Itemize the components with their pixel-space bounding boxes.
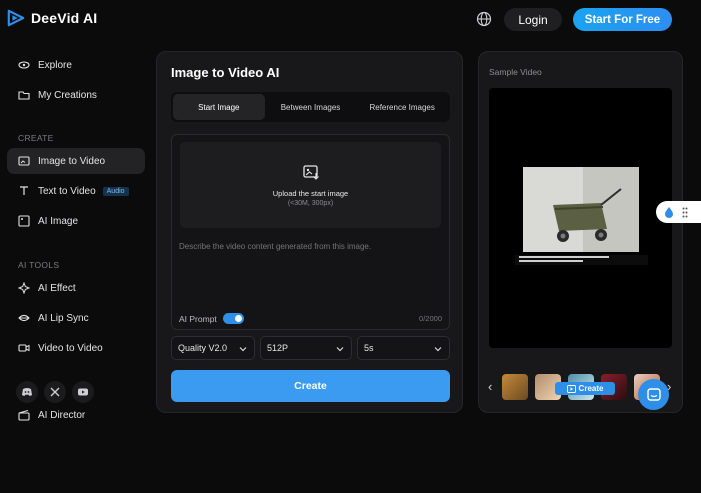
compass-icon bbox=[18, 59, 30, 71]
start-for-free-button[interactable]: Start For Free bbox=[573, 8, 672, 31]
section-label-create: CREATE bbox=[18, 133, 54, 143]
ai-prompt-label: AI Prompt bbox=[179, 313, 217, 324]
duration-select[interactable]: 5s bbox=[357, 336, 450, 360]
chevron-down-icon bbox=[239, 347, 247, 352]
prompt-card: Upload the start image (<30M, 300px) AI … bbox=[171, 134, 450, 330]
discord-icon[interactable] bbox=[16, 381, 38, 403]
chevron-left-icon[interactable]: ‹ bbox=[488, 380, 498, 394]
duration-value: 5s bbox=[364, 343, 374, 353]
sidebar-item-ai-effect[interactable]: AI Effect bbox=[7, 275, 145, 301]
upload-limits: (<30M, 300px) bbox=[287, 200, 334, 207]
sparkle-icon bbox=[18, 282, 30, 294]
video-icon bbox=[18, 342, 30, 354]
quality-select[interactable]: Quality V2.0 bbox=[171, 336, 255, 360]
droplet-icon bbox=[665, 207, 673, 218]
sidebar: Explore My Creations CREATE Image to Vid… bbox=[0, 50, 150, 490]
lips-icon bbox=[18, 312, 30, 324]
sample-video-frame bbox=[523, 167, 639, 252]
globe-icon[interactable] bbox=[476, 11, 492, 27]
image-upload-icon bbox=[303, 165, 319, 180]
youtube-icon[interactable] bbox=[72, 381, 94, 403]
picture-icon bbox=[18, 215, 30, 227]
sidebar-item-video-to-video[interactable]: Video to Video bbox=[7, 335, 145, 361]
clapper-icon bbox=[18, 409, 30, 421]
social-links bbox=[16, 381, 94, 403]
thumb-create-button[interactable]: Create bbox=[555, 382, 615, 395]
quality-value: Quality V2.0 bbox=[178, 343, 228, 353]
panel-title: Image to Video AI bbox=[171, 65, 280, 80]
resolution-select[interactable]: 512P bbox=[260, 336, 352, 360]
chevron-down-icon bbox=[336, 347, 344, 352]
logo[interactable]: DeeVid AI bbox=[7, 9, 97, 27]
sidebar-item-image-to-video[interactable]: Image to Video bbox=[7, 148, 145, 174]
sidebar-item-label: Text to Video bbox=[38, 185, 96, 197]
upload-title: Upload the start image bbox=[272, 189, 349, 198]
brand-name: DeeVid AI bbox=[31, 10, 98, 26]
sidebar-item-ai-director[interactable]: AI Director bbox=[7, 402, 145, 428]
ai-prompt-row: AI Prompt bbox=[179, 313, 244, 324]
sidebar-item-label: My Creations bbox=[38, 89, 97, 101]
drag-handle-icon[interactable] bbox=[682, 207, 688, 218]
sidebar-item-ai-lip-sync[interactable]: AI Lip Sync bbox=[7, 305, 145, 331]
mode-tabs: Start Image Between Images Reference Ima… bbox=[171, 92, 450, 122]
sidebar-item-label: Image to Video bbox=[38, 155, 106, 167]
tab-between-images[interactable]: Between Images bbox=[265, 94, 357, 120]
section-label-ai-tools: AI TOOLS bbox=[18, 260, 60, 270]
image-icon bbox=[18, 155, 30, 167]
sidebar-item-explore[interactable]: Explore bbox=[7, 52, 145, 78]
text-icon bbox=[18, 185, 30, 197]
resolution-value: 512P bbox=[267, 343, 289, 353]
tab-start-image[interactable]: Start Image bbox=[173, 94, 265, 120]
sidebar-item-ai-image[interactable]: AI Image bbox=[7, 208, 145, 234]
sample-video-panel: Sample Video ‹ › Create bbox=[478, 51, 683, 413]
create-button[interactable]: Create bbox=[171, 370, 450, 402]
floating-tool-widget[interactable] bbox=[656, 201, 701, 223]
video-caption bbox=[515, 255, 648, 265]
char-counter: 0/2000 bbox=[419, 314, 442, 323]
sample-video-player[interactable] bbox=[489, 88, 672, 348]
sidebar-item-label: AI Director bbox=[38, 409, 86, 421]
sample-title: Sample Video bbox=[489, 67, 542, 77]
upload-dropzone[interactable]: Upload the start image (<30M, 300px) bbox=[180, 142, 441, 228]
sample-thumb[interactable] bbox=[502, 374, 528, 400]
settings-row: Quality V2.0 512P 5s bbox=[171, 336, 450, 360]
deevid-logo-icon bbox=[7, 9, 25, 27]
tab-reference-images[interactable]: Reference Images bbox=[356, 94, 448, 120]
play-icon bbox=[566, 384, 576, 393]
sidebar-item-label: AI Effect bbox=[38, 282, 76, 294]
sidebar-item-my-creations[interactable]: My Creations bbox=[7, 82, 145, 108]
ai-prompt-toggle[interactable] bbox=[222, 313, 244, 324]
audio-badge: Audio bbox=[102, 186, 129, 196]
x-icon[interactable] bbox=[44, 381, 66, 403]
thumb-create-label: Create bbox=[578, 384, 604, 393]
header: DeeVid AI Login Start For Free bbox=[0, 0, 701, 40]
chevron-down-icon bbox=[434, 347, 442, 352]
chat-support-button[interactable] bbox=[638, 379, 669, 410]
chat-icon bbox=[646, 387, 661, 401]
wagon-image bbox=[523, 167, 639, 252]
sidebar-item-label: Video to Video bbox=[38, 342, 103, 354]
prompt-input[interactable] bbox=[179, 242, 442, 302]
folder-icon bbox=[18, 89, 30, 101]
image-to-video-panel: Image to Video AI Start Image Between Im… bbox=[156, 51, 463, 413]
login-button[interactable]: Login bbox=[504, 8, 562, 31]
sidebar-item-text-to-video[interactable]: Text to Video Audio bbox=[7, 178, 145, 204]
sidebar-item-label: AI Image bbox=[38, 215, 79, 227]
sidebar-item-label: AI Lip Sync bbox=[38, 312, 89, 324]
sidebar-item-label: Explore bbox=[38, 59, 72, 71]
